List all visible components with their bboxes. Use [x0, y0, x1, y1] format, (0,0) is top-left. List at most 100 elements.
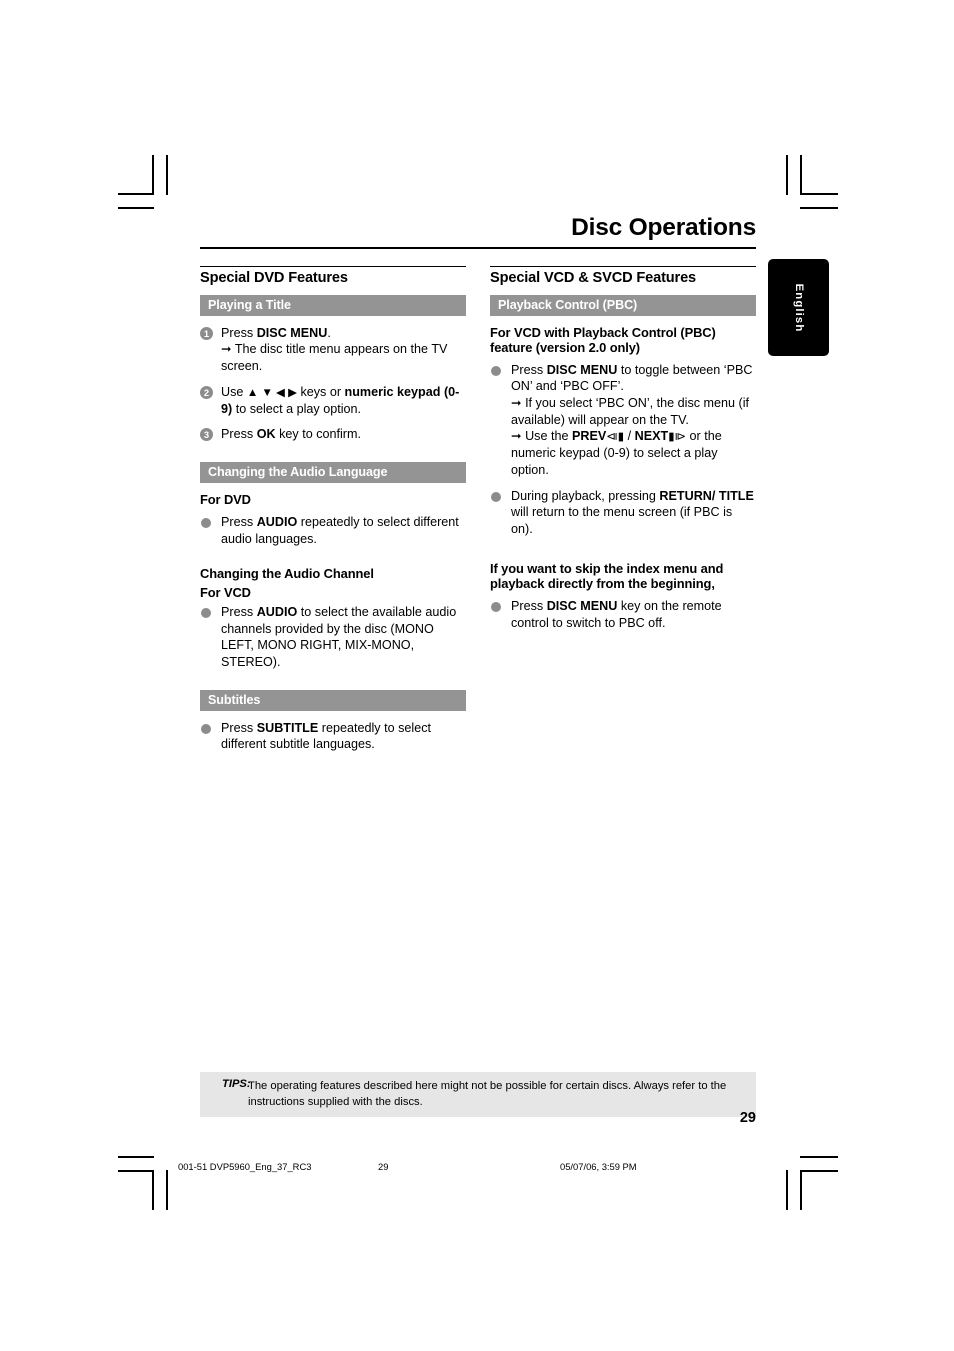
crop-mark	[166, 1170, 168, 1210]
step-2-post: to select a play option.	[232, 401, 362, 416]
crop-mark	[166, 155, 168, 195]
bullet-return-title: During playback, pressing RETURN/ TITLE …	[490, 488, 756, 538]
step-3-pre: Press	[221, 427, 257, 442]
right-column-rule	[490, 265, 756, 267]
step-1-pre: Press	[221, 325, 257, 340]
step-2: 2 Use ▲ ▼ ◀ ▶ keys or numeric keypad (0-…	[200, 384, 466, 418]
bullet-icon	[491, 491, 501, 502]
bullet-subtitle-pre: Press	[221, 720, 257, 735]
tips-label: TIPS:	[222, 1078, 251, 1090]
step-1-post: .	[327, 325, 331, 340]
crop-mark	[800, 193, 838, 195]
left-column: Special DVD Features Playing a Title 1 P…	[200, 265, 466, 762]
section-bar-changing-audio-language: Changing the Audio Language	[200, 461, 466, 483]
bullet-subtitle: Press SUBTITLE repeatedly to select diff…	[200, 720, 466, 753]
right-column-title: Special VCD & SVCD Features	[490, 269, 697, 286]
bullet-disc-menu-remote: Press DISC MENU key on the remote contro…	[490, 598, 756, 631]
step-1-key: DISC MENU	[256, 325, 328, 340]
bullet-disc-menu-toggle: Press DISC MENU to toggle between ‘PBC O…	[490, 362, 756, 479]
step-3-key: OK	[256, 427, 276, 442]
bullet-audio-dvd: Press AUDIO repeatedly to select differe…	[200, 514, 466, 547]
step-number-1: 1	[200, 326, 213, 340]
step-number-3: 3	[200, 428, 213, 442]
section-bar-playback-control: Playback Control (PBC)	[490, 294, 756, 316]
section-bar-playing-a-title: Playing a Title	[200, 294, 466, 316]
bullet-toggle-key: DISC MENU	[546, 362, 618, 377]
bullet-return-post: will return to the menu screen (if PBC i…	[511, 505, 733, 536]
tips-text: The operating features described here mi…	[248, 1080, 727, 1109]
bullet-icon	[491, 602, 501, 613]
crop-mark	[800, 207, 838, 209]
crop-mark	[800, 1170, 802, 1210]
subheading-for-vcd: For VCD	[200, 585, 251, 601]
step-1-result: The disc title menu appears on the TV sc…	[221, 342, 448, 373]
left-column-rule	[200, 265, 466, 267]
crop-mark	[152, 1170, 154, 1210]
print-strip-filename: 001-51 DVP5960_Eng_37_RC3	[178, 1161, 312, 1172]
crop-mark	[786, 1170, 788, 1210]
crop-mark	[152, 155, 154, 195]
crop-mark	[800, 1170, 838, 1172]
next-key-label: NEXT	[634, 429, 669, 444]
tips-box: TIPS: The operating features described h…	[200, 1072, 756, 1118]
crop-mark	[118, 207, 154, 209]
crop-mark	[118, 1170, 154, 1172]
bullet-audio-vcd-pre: Press	[221, 605, 257, 620]
step-3: 3 Press OK key to confirm.	[200, 426, 466, 443]
right-column: Special VCD & SVCD Features Playback Con…	[490, 265, 756, 762]
bullet-toggle-result-2-mid: /	[624, 429, 635, 444]
subheading-pbc-feature: For VCD with Playback Control (PBC) feat…	[490, 324, 716, 355]
page-content: Disc Operations Special DVD Features Pla…	[200, 215, 756, 762]
language-tab: English	[768, 259, 829, 356]
bullet-icon	[201, 608, 211, 619]
title-rule	[200, 246, 756, 249]
step-2-mid: keys or	[296, 384, 345, 399]
bullet-return-key: RETURN/ TITLE	[659, 488, 754, 503]
bullet-subtitle-key: SUBTITLE	[256, 720, 319, 735]
page-title: Disc Operations	[571, 214, 756, 241]
two-column-body: Special DVD Features Playing a Title 1 P…	[200, 265, 756, 762]
crop-mark	[800, 155, 802, 195]
left-column-title: Special DVD Features	[200, 269, 348, 286]
crop-mark	[786, 155, 788, 195]
print-strip-page: 29	[378, 1161, 389, 1172]
bullet-audio-dvd-key: AUDIO	[256, 514, 298, 529]
bullet-icon	[201, 723, 211, 734]
bullet-audio-vcd-key: AUDIO	[256, 605, 298, 620]
print-strip-date: 05/07/06, 3:59 PM	[560, 1161, 637, 1172]
bullet-toggle-result-1: If you select ‘PBC ON’, the disc menu (i…	[511, 395, 750, 427]
step-number-2: 2	[200, 385, 213, 399]
subheading-changing-audio-channel: Changing the Audio Channel	[200, 566, 374, 582]
section-bar-subtitles: Subtitles	[200, 689, 466, 711]
step-3-post: key to confirm.	[275, 427, 361, 442]
arrow-icon: ➞	[511, 429, 522, 444]
arrow-icon: ➞	[221, 342, 232, 357]
crop-mark	[118, 193, 154, 195]
crop-mark	[800, 1156, 838, 1158]
subheading-for-dvd: For DVD	[200, 491, 251, 507]
bullet-icon	[491, 365, 501, 376]
crop-mark	[118, 1156, 154, 1158]
language-tab-label: English	[792, 283, 805, 332]
prev-key-label: PREV	[571, 429, 607, 444]
next-icon: ▮⧐	[668, 431, 687, 444]
step-2-pre: Use	[221, 384, 247, 399]
step-1: 1 Press DISC MENU. ➞ The disc title menu…	[200, 325, 466, 375]
bullet-remote-key: DISC MENU	[546, 599, 618, 614]
bullet-audio-dvd-pre: Press	[221, 514, 257, 529]
bullet-icon	[201, 517, 211, 528]
bullet-audio-vcd: Press AUDIO to select the available audi…	[200, 604, 466, 670]
bullet-toggle-pre: Press	[511, 362, 547, 377]
bullet-toggle-result-2-pre: Use the	[525, 429, 572, 444]
prev-icon: ⧏▮	[606, 431, 625, 444]
direction-keys-icon: ▲ ▼ ◀ ▶	[246, 386, 297, 399]
page-number: 29	[739, 1110, 756, 1126]
bullet-remote-pre: Press	[511, 599, 547, 614]
subheading-skip-index-menu: If you want to skip the index menu and p…	[490, 561, 724, 592]
bullet-return-pre: During playback, pressing	[511, 488, 660, 503]
arrow-icon: ➞	[511, 395, 522, 410]
